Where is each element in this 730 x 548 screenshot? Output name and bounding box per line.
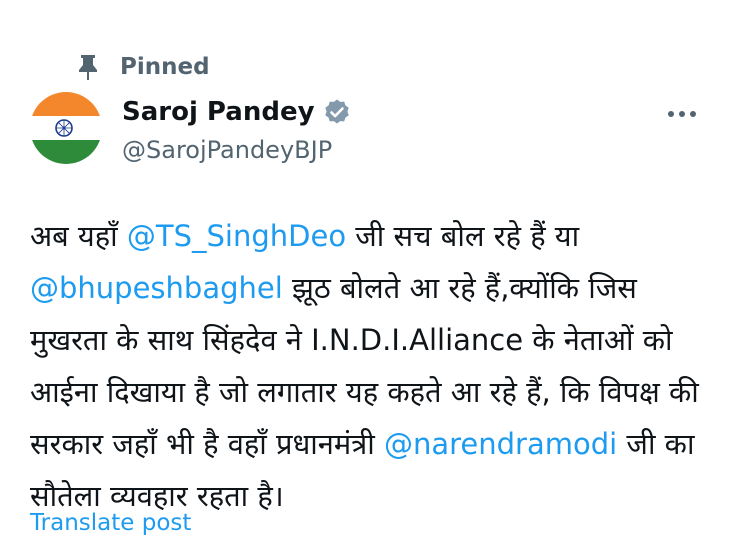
pinned-indicator: Pinned <box>76 50 210 84</box>
pin-icon <box>76 53 100 81</box>
more-options-button[interactable] <box>660 100 704 128</box>
post-text: अब यहाँ @TS_SinghDeo जी सच बोल रहे हैं य… <box>30 210 710 522</box>
post-line: आईना दिखाया है जो लगातार यह कहते आ रहे ह… <box>30 375 699 409</box>
author-handle[interactable]: @SarojPandeyBJP <box>122 136 332 164</box>
more-horizontal-icon <box>668 111 696 117</box>
mention-link[interactable]: @narendramodi <box>384 427 617 461</box>
post-line: मुखरता के साथ सिंहदेव ने I.N.D.I.Allianc… <box>30 323 673 357</box>
mention-link[interactable]: @bhupeshbaghel <box>30 271 283 305</box>
mention-link[interactable]: @TS_SinghDeo <box>127 219 346 253</box>
post-line: सरकार जहाँ भी है वहाँ प्रधानमंत्री @nare… <box>30 427 695 461</box>
avatar[interactable] <box>30 92 102 164</box>
author-name-row[interactable]: Saroj Pandey <box>122 94 351 130</box>
author-name[interactable]: Saroj Pandey <box>122 97 315 127</box>
pinned-label: Pinned <box>120 54 210 80</box>
translate-post-link[interactable]: Translate post <box>30 510 191 536</box>
post-line: अब यहाँ @TS_SinghDeo जी सच बोल रहे हैं य… <box>30 219 580 253</box>
post-line: @bhupeshbaghel झूठ बोलते आ रहे हैं,क्यों… <box>30 271 637 305</box>
verified-badge-icon[interactable] <box>323 98 351 126</box>
